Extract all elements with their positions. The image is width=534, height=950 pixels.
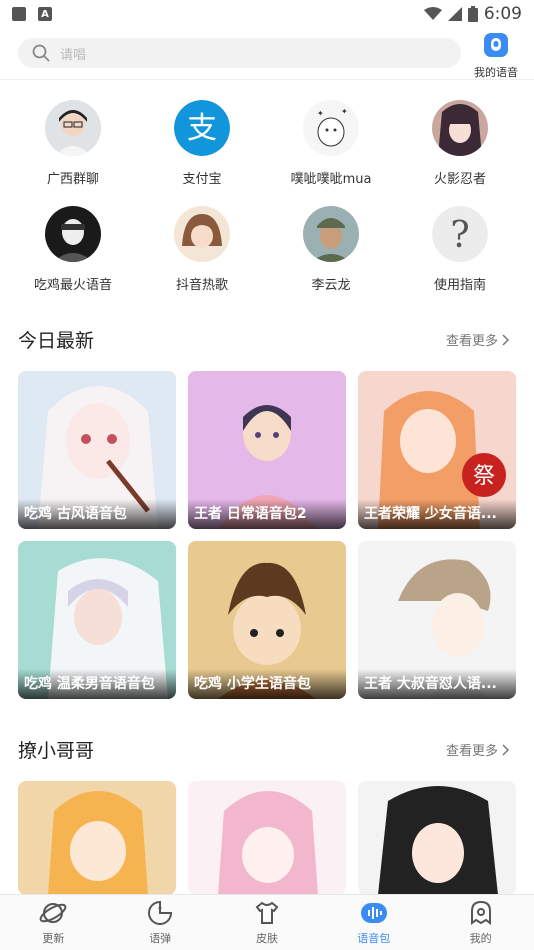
anime-cover-image	[188, 781, 346, 895]
contact-name: 李云龙	[311, 278, 351, 293]
view-more-label: 查看更多	[445, 744, 498, 759]
voice-pack-card[interactable]	[358, 781, 516, 895]
tab-label: 我的	[469, 932, 492, 945]
contact-name: 使用指南	[433, 278, 486, 293]
soldier-avatar	[45, 206, 101, 262]
view-more-latest-button[interactable]: 查看更多	[446, 330, 510, 349]
contact-name: 广西群聊	[46, 172, 99, 187]
voice-pack-card[interactable]	[18, 781, 176, 895]
header: 请唱 我的语音	[0, 30, 534, 80]
contact-guangxi-group[interactable]: 广西群聊	[18, 100, 128, 187]
contact-name: 吃鸡最火语音	[33, 278, 112, 293]
anime-cover-image	[358, 781, 516, 895]
contact-li-yunlong[interactable]: 李云龙	[276, 206, 386, 293]
ghost-icon	[470, 900, 491, 925]
contact-pucipuci[interactable]: ✦ ✦ 噗呲噗呲mua	[276, 100, 386, 187]
voice-bubble-icon	[484, 33, 508, 57]
tab-voice-pack[interactable]: 语音包	[320, 895, 427, 950]
app-notification-icon: A	[38, 7, 52, 21]
contact-naruto[interactable]: 火影忍者	[405, 100, 515, 187]
svg-text:✦: ✦	[341, 107, 348, 116]
anime-cover-image	[18, 781, 176, 895]
clock: 6:09	[483, 4, 522, 24]
svg-text:?: ?	[450, 215, 469, 256]
tab-label: 语音包	[357, 932, 391, 945]
card-caption: 王者 日常语音包2	[188, 499, 346, 529]
voice-pack-card[interactable]: 吃鸡 古风语音包	[18, 371, 176, 529]
anime-girl-avatar	[432, 100, 488, 156]
tshirt-icon	[255, 901, 279, 924]
contact-usage-guide[interactable]: ? 使用指南	[405, 206, 515, 293]
contact-alipay[interactable]: 支 支付宝	[147, 100, 257, 187]
planet-icon	[40, 903, 67, 923]
search-icon	[32, 44, 50, 62]
my-voice-button[interactable]: 我的语音	[466, 32, 526, 80]
voice-pack-card[interactable]: 王者 大叔音怼人语...	[358, 541, 516, 699]
card-caption: 吃鸡 温柔男音语音包	[18, 669, 176, 699]
pacman-icon	[148, 900, 173, 925]
tab-mine[interactable]: 我的	[427, 895, 534, 950]
voice-pack-card[interactable]: 吃鸡 温柔男音语音包	[18, 541, 176, 699]
battery-icon	[467, 6, 478, 22]
voice-pack-card[interactable]	[188, 781, 346, 895]
contact-name: 抖音热歌	[175, 278, 228, 293]
svg-text:支: 支	[187, 111, 217, 146]
bottom-tab-bar: 更新 语弹 皮肤 语音包 我的	[0, 894, 534, 950]
contact-name: 支付宝	[182, 172, 222, 187]
card-caption: 吃鸡 小学生语音包	[188, 669, 346, 699]
alipay-logo: 支	[174, 100, 230, 156]
svg-text:祭: 祭	[473, 464, 495, 489]
tab-skins[interactable]: 皮肤	[214, 895, 321, 950]
voice-pack-card[interactable]: 吃鸡 小学生语音包	[188, 541, 346, 699]
search-placeholder: 请唱	[60, 47, 87, 63]
chevron-right-icon	[502, 333, 510, 346]
tab-label: 皮肤	[255, 932, 278, 945]
search-input[interactable]: 请唱	[18, 38, 461, 68]
view-more-flirt-button[interactable]: 查看更多	[446, 740, 510, 759]
card-caption: 王者荣耀 少女音语...	[358, 499, 516, 529]
person-avatar	[45, 100, 101, 156]
contact-chicken-hot[interactable]: 吃鸡最火语音	[18, 206, 128, 293]
view-more-label: 查看更多	[445, 334, 498, 349]
contact-name: 火影忍者	[433, 172, 486, 187]
voice-pack-card[interactable]: 王者 日常语音包2	[188, 371, 346, 529]
wifi-icon	[423, 7, 442, 20]
my-voice-label: 我的语音	[474, 66, 518, 79]
bear-avatar: ✦ ✦	[303, 100, 359, 156]
voice-wave-icon	[360, 903, 387, 923]
soldier-portrait-avatar	[303, 206, 359, 262]
card-caption: 吃鸡 古风语音包	[18, 499, 176, 529]
contact-douyin-songs[interactable]: 抖音热歌	[147, 206, 257, 293]
contact-name: 噗呲噗呲mua	[290, 172, 372, 187]
question-mark-avatar: ?	[432, 206, 488, 262]
status-bar: A 6:09	[0, 0, 534, 28]
card-caption: 王者 大叔音怼人语...	[358, 669, 516, 699]
girl-avatar	[174, 206, 230, 262]
signal-icon	[447, 7, 462, 21]
section-title-flirt: 撩小哥哥	[18, 740, 95, 762]
tab-update[interactable]: 更新	[0, 895, 107, 950]
tab-label: 语弹	[149, 932, 172, 945]
section-title-latest: 今日最新	[18, 330, 95, 352]
tab-barrage[interactable]: 语弹	[107, 895, 214, 950]
chevron-right-icon	[502, 743, 510, 756]
tab-label: 更新	[42, 932, 65, 945]
voice-pack-card[interactable]: 祭 王者荣耀 少女音语...	[358, 371, 516, 529]
svg-text:✦: ✦	[317, 109, 324, 118]
message-notification-icon	[12, 7, 26, 21]
